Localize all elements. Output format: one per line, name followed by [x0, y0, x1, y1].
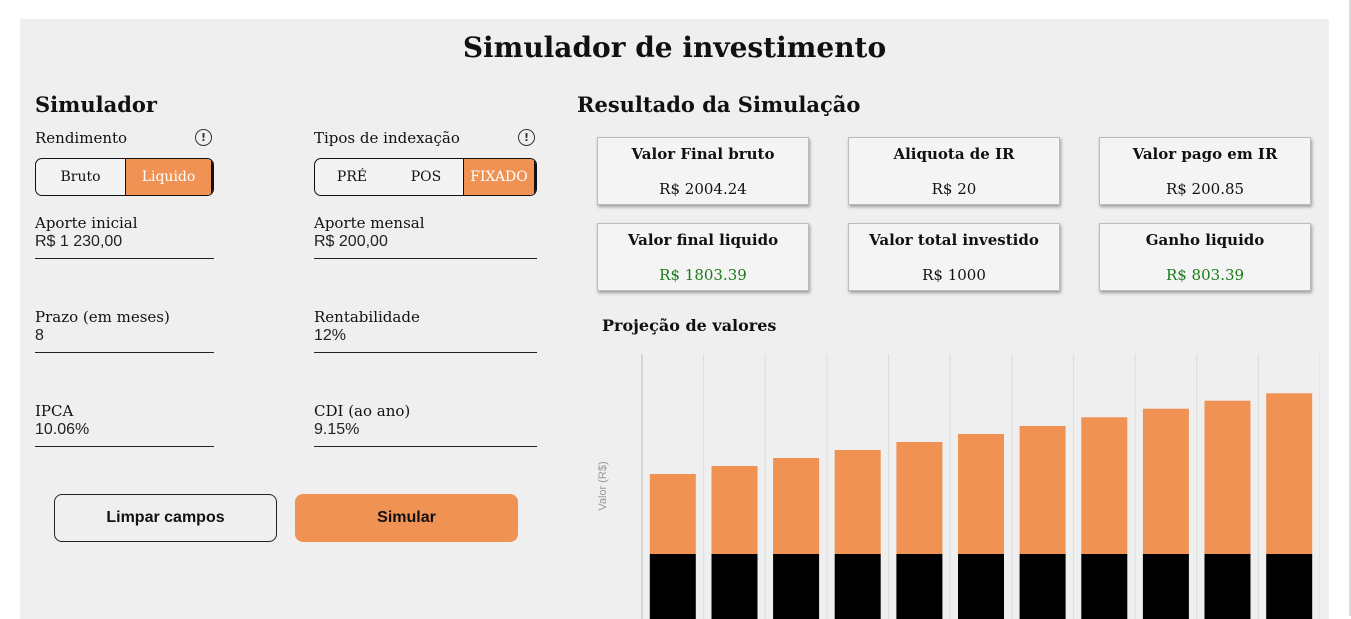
indexacao-option-pos[interactable]: POS [389, 159, 463, 195]
rentabilidade-label: Rentabilidade [314, 308, 420, 326]
result-card-valor-total-investido: Valor total investido R$ 1000 [848, 223, 1060, 291]
result-card-value: R$ 1000 [922, 266, 986, 284]
result-card-value: R$ 803.39 [1165, 266, 1245, 284]
prazo-field: Prazo (em meses) [35, 308, 214, 353]
cdi-label: CDI (ao ano) [314, 402, 411, 420]
chart-bar-segment[interactable] [773, 554, 820, 619]
result-card-value: R$ 2004.24 [659, 180, 747, 198]
clear-fields-button[interactable]: Limpar campos [54, 494, 277, 542]
indexacao-option-pre[interactable]: PRÉ [315, 159, 389, 195]
result-card-title: Valor pago em IR [1132, 145, 1278, 163]
simulator-heading: Simulador [35, 92, 157, 117]
chart-bar-segment[interactable] [958, 434, 1004, 554]
chart-bar-segment[interactable] [711, 554, 758, 619]
aporte-mensal-input[interactable] [314, 233, 537, 251]
simulator-card: Simulador de investimento Simulador Rend… [20, 19, 1329, 619]
aporte-mensal-label: Aporte mensal [314, 214, 425, 232]
chart-bar-segment[interactable] [1081, 554, 1128, 619]
result-card-valor-final-liquido: Valor final liquido R$ 1803.39 [597, 223, 809, 291]
ipca-input[interactable] [35, 421, 214, 439]
simulate-button[interactable]: Simular [295, 494, 518, 542]
prazo-input[interactable] [35, 327, 214, 345]
rentabilidade-input[interactable] [314, 327, 537, 345]
chart-bar-segment[interactable] [1266, 554, 1313, 619]
cdi-field: CDI (ao ano) [314, 402, 537, 447]
chart-bar-segment[interactable] [649, 474, 696, 554]
result-card-value: R$ 200.85 [1165, 180, 1245, 198]
aporte-inicial-field: Aporte inicial [35, 214, 214, 259]
result-card-ganho-liquido: Ganho liquido R$ 803.39 [1099, 223, 1311, 291]
indexacao-info-icon[interactable]: ! [518, 129, 535, 146]
rendimento-toggle: Bruto Liquido [35, 158, 214, 196]
result-card-title: Aliquota de IR [893, 145, 1015, 163]
chart-bar-segment[interactable] [1019, 426, 1066, 554]
indexacao-option-fixado[interactable]: FIXADO [463, 159, 536, 195]
result-card-title: Valor final liquido [627, 231, 779, 249]
result-card-valor-pago-ir: Valor pago em IR R$ 200.85 [1099, 137, 1311, 205]
y-axis-label: Valor (R$) [597, 461, 609, 510]
indexacao-toggle: PRÉ POS FIXADO [314, 158, 537, 196]
chart-bar-segment[interactable] [834, 554, 881, 619]
result-card-value: R$ 1803.39 [659, 266, 747, 284]
chart-bar-segment[interactable] [1142, 408, 1189, 554]
chart-bar-segment[interactable] [1204, 400, 1251, 554]
result-card-aliquota-ir: Aliquota de IR R$ 20 [848, 137, 1060, 205]
chart-bar-segment[interactable] [896, 442, 943, 554]
chart-bar-segment[interactable] [1266, 393, 1313, 554]
chart-bar-segment[interactable] [896, 554, 943, 619]
ipca-label: IPCA [35, 402, 74, 420]
chart-bar-segment[interactable] [1081, 417, 1128, 554]
result-card-title: Valor total investido [869, 231, 1039, 249]
result-card-value: R$ 20 [931, 180, 977, 198]
chart-bar-segment[interactable] [773, 458, 820, 554]
chart-bar-segment[interactable] [834, 450, 881, 554]
chart-bar-segment[interactable] [1204, 554, 1251, 619]
prazo-label: Prazo (em meses) [35, 308, 170, 326]
chart-bars [649, 393, 1313, 619]
aporte-inicial-label: Aporte inicial [35, 214, 138, 232]
page-title: Simulador de investimento [462, 31, 887, 64]
rendimento-label: Rendimento [35, 129, 128, 147]
chart-bar-segment[interactable] [649, 554, 696, 619]
chart-bar-segment[interactable] [958, 554, 1004, 619]
result-card-title: Valor Final bruto [631, 145, 775, 163]
ipca-field: IPCA [35, 402, 214, 447]
chart-title: Projeção de valores [602, 316, 777, 335]
results-heading: Resultado da Simulação [577, 92, 861, 117]
rendimento-option-bruto[interactable]: Bruto [36, 159, 125, 195]
aporte-mensal-field: Aporte mensal [314, 214, 537, 259]
chart-bar-segment[interactable] [1142, 554, 1189, 619]
chart-bar-segment[interactable] [1019, 554, 1066, 619]
rentabilidade-field: Rentabilidade [314, 308, 537, 353]
result-card-title: Ganho liquido [1145, 231, 1265, 249]
result-card-valor-final-bruto: Valor Final bruto R$ 2004.24 [597, 137, 809, 205]
rendimento-option-liquido[interactable]: Liquido [125, 159, 213, 195]
projection-chart: Valor (R$) [597, 354, 1320, 619]
aporte-inicial-input[interactable] [35, 233, 214, 251]
chart-bar-segment[interactable] [711, 466, 758, 554]
cdi-input[interactable] [314, 421, 537, 439]
indexacao-label: Tipos de indexação [314, 129, 460, 147]
rendimento-info-icon[interactable]: ! [195, 129, 212, 146]
